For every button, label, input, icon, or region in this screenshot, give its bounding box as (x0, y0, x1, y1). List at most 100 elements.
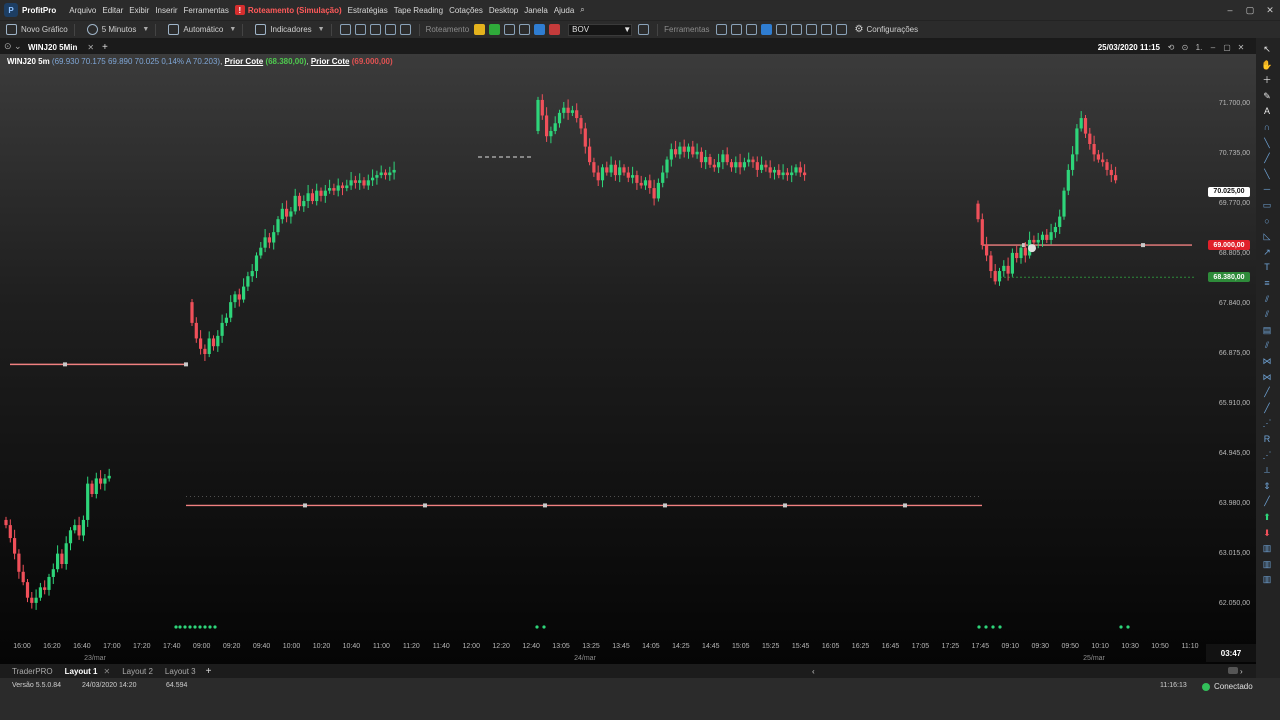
drawing-tool-icon[interactable]: ⋰ (1261, 418, 1273, 428)
new-chart-button[interactable]: Novo Gráfico (6, 24, 68, 35)
search-icon[interactable]: ⌕ (580, 5, 584, 15)
drawing-tool-icon[interactable]: ╱ (1261, 387, 1273, 397)
menu-tape-reading[interactable]: Tape Reading (394, 6, 443, 15)
drawing-tool-icon[interactable]: ⫽ (1261, 294, 1273, 304)
alarm-icon[interactable] (805, 24, 817, 35)
drawing-tool-icon[interactable]: T (1261, 262, 1273, 272)
drawing-tool-icon[interactable]: ⫽ (1261, 340, 1273, 350)
drawing-tool-icon[interactable]: ≡ (1261, 278, 1273, 288)
drawing-tool-icon[interactable]: ⬇ (1261, 528, 1273, 538)
drawing-tool-icon[interactable]: ⋈ (1261, 372, 1273, 382)
menu-inserir[interactable]: Inserir (155, 6, 177, 15)
drawing-tool-icon[interactable]: ╱ (1261, 403, 1273, 413)
mode-dropdown[interactable]: Automático ▼ (168, 24, 236, 35)
drawing-tool-icon[interactable]: ╲ (1261, 169, 1273, 179)
drawing-tool-icon[interactable]: ○ (1261, 216, 1273, 226)
drawing-tool-icon[interactable]: ✎ (1261, 91, 1273, 101)
order-c-icon[interactable] (474, 24, 486, 35)
scrollbar-thumb[interactable] (1228, 667, 1238, 674)
drawing-tool-icon[interactable]: ─ (1261, 184, 1273, 194)
buildings-icon[interactable] (730, 24, 742, 35)
window-menu-icon[interactable]: ⊙ ⌄ (4, 41, 22, 52)
menu-roteamento[interactable]: Roteamento (Simulação) (248, 6, 342, 15)
maximize-button[interactable]: ▢ (1240, 5, 1260, 16)
tab-traderpro[interactable]: TraderPRO (12, 667, 53, 676)
minimize-chart-button[interactable]: – (1206, 43, 1220, 52)
menu-arquivo[interactable]: Arquivo (69, 6, 96, 15)
one-icon[interactable]: 1. (1192, 43, 1206, 52)
close-layout-icon[interactable]: ✕ (104, 667, 111, 676)
window-icon[interactable] (534, 24, 546, 35)
drawing-tool-icon[interactable]: ╲ (1261, 138, 1273, 148)
calendar-icon[interactable] (775, 24, 787, 35)
exchange-select[interactable]: BOV ▼ (568, 23, 633, 36)
drawing-tool-icon[interactable]: ⋈ (1261, 356, 1273, 366)
table-icon[interactable] (715, 24, 727, 35)
zoom-reset-icon[interactable] (384, 24, 396, 35)
indicators-dropdown[interactable]: Indicadores ▼ (255, 24, 325, 35)
zoom-in-icon[interactable] (339, 24, 351, 35)
drawing-tool-icon[interactable]: R (1261, 434, 1273, 444)
timer-icon[interactable] (820, 24, 832, 35)
drawing-tool-icon[interactable]: ⋰ (1261, 450, 1273, 460)
book-icon[interactable] (504, 24, 516, 35)
cart-icon[interactable] (835, 24, 847, 35)
chart-tab[interactable]: WINJ20 5Min (28, 43, 77, 52)
list-icon[interactable] (638, 24, 650, 35)
menu-estrategias[interactable]: Estratégias (348, 6, 388, 15)
menu-cotacoes[interactable]: Cotações (449, 6, 483, 15)
sync-icon[interactable]: ⊙ (1178, 43, 1192, 52)
menu-janela[interactable]: Janela (524, 6, 548, 15)
menu-ferramentas[interactable]: Ferramentas (184, 6, 229, 15)
close-chart-button[interactable]: ✕ (1234, 43, 1248, 52)
restore-chart-button[interactable]: ▢ (1220, 43, 1234, 52)
drawing-tool-icon[interactable]: ╱ (1261, 496, 1273, 506)
drawing-tool-icon[interactable]: ↖ (1261, 44, 1273, 54)
add-layout-button[interactable]: + (206, 666, 212, 677)
order-v-icon[interactable] (489, 24, 501, 35)
drawing-tool-icon[interactable]: ⬆ (1261, 512, 1273, 522)
blue-box-icon[interactable] (760, 24, 772, 35)
chart-area[interactable] (0, 54, 1256, 664)
tab-layout-1[interactable]: Layout 1 (65, 667, 98, 676)
menu-desktop[interactable]: Desktop (489, 6, 518, 15)
tree-icon[interactable] (790, 24, 802, 35)
drawing-tool-icon[interactable]: ▭ (1261, 200, 1273, 210)
scroll-right-icon[interactable]: › (1240, 667, 1243, 676)
drawing-tool-icon[interactable]: ◺ (1261, 231, 1273, 241)
zoom-fit-icon[interactable] (369, 24, 381, 35)
menu-ajuda[interactable]: Ajuda (554, 6, 574, 15)
close-button[interactable]: ✕ (1260, 5, 1280, 16)
arrows-icon[interactable] (745, 24, 757, 35)
drawing-tool-icon[interactable]: ↗ (1261, 247, 1273, 257)
close-tab-icon[interactable]: ✕ (87, 43, 94, 52)
zoom-out-icon[interactable] (354, 24, 366, 35)
menu-exibir[interactable]: Exibir (129, 6, 149, 15)
drawing-tool-icon[interactable]: ⟂ (1261, 465, 1273, 475)
time-axis[interactable]: 16:00 16:20 16:40 17:00 17:20 17:40 09:00 09:20… (0, 640, 1206, 664)
drawing-tool-icon[interactable]: ⫽ (1261, 309, 1273, 319)
drawing-tool-icon[interactable]: ▥ (1261, 543, 1273, 553)
drawing-tool-icon[interactable]: ✋ (1261, 60, 1273, 70)
stop-icon[interactable] (549, 24, 561, 35)
candlestick-chart[interactable] (0, 54, 1256, 664)
tab-layout-3[interactable]: Layout 3 (165, 667, 196, 676)
grid-icon[interactable] (399, 24, 411, 35)
drawing-tool-icon[interactable]: ▥ (1261, 559, 1273, 569)
settings-button[interactable]: ⚙ Configurações (855, 24, 919, 35)
history-icon[interactable]: ⟲ (1164, 43, 1178, 52)
drawing-tool-icon[interactable]: ＋ (1261, 75, 1273, 85)
price-axis[interactable]: 71.700,00 70.735,00 69.770,00 68.805,00 67.8… (1196, 54, 1256, 664)
drawing-tool-icon[interactable]: ▥ (1261, 574, 1273, 584)
menu-editar[interactable]: Editar (102, 6, 123, 15)
drawing-tool-icon[interactable]: ▤ (1261, 325, 1273, 335)
drawing-tool-icon[interactable]: ⇕ (1261, 481, 1273, 491)
timeframe-dropdown[interactable]: 5 Minutos ▼ (86, 24, 149, 35)
drawing-tool-icon[interactable]: ∩ (1261, 122, 1273, 132)
drawing-tool-icon[interactable]: ╱ (1261, 153, 1273, 163)
drawing-tool-icon[interactable]: A (1261, 106, 1273, 116)
bars-icon[interactable] (519, 24, 531, 35)
add-tab-button[interactable]: + (102, 42, 108, 53)
minimize-button[interactable]: – (1220, 5, 1240, 15)
connection-status[interactable]: Conectado (1202, 682, 1253, 691)
